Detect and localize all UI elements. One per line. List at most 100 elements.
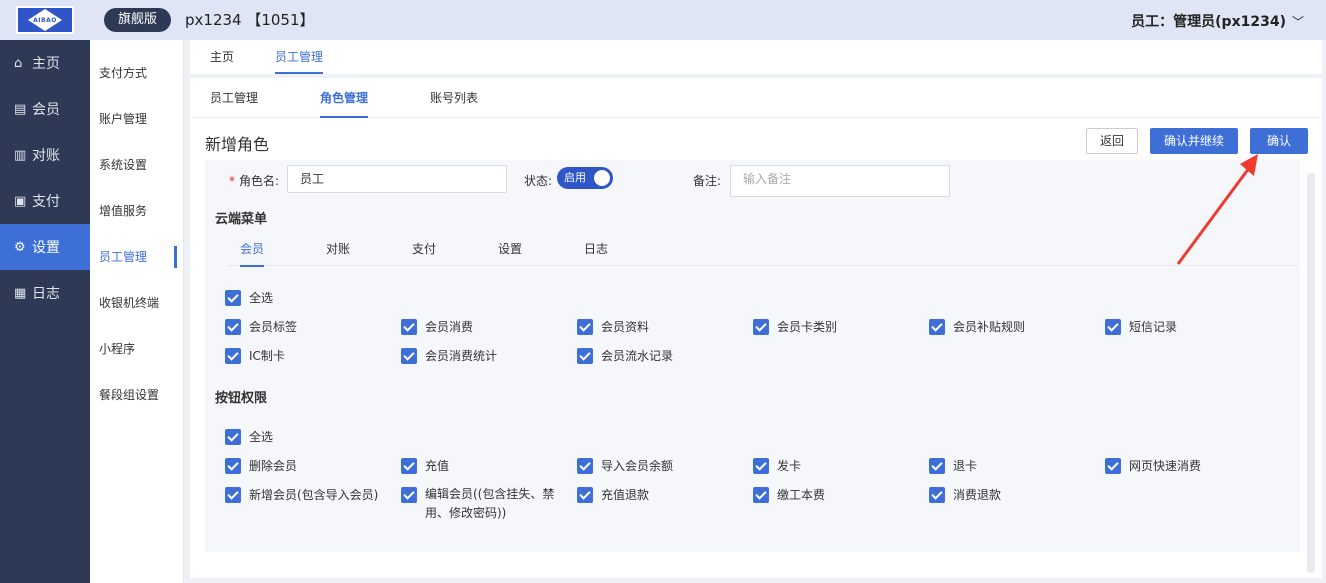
cloud-item-checkbox[interactable]: IC制卡	[225, 348, 285, 364]
settings-submenu: 支付方式 账户管理 系统设置 增值服务 员工管理 收银机终端 小程序 餐段组设置	[90, 40, 184, 583]
checkbox-checked-icon	[929, 458, 945, 474]
cloud-item-checkbox[interactable]: 会员标签	[225, 319, 297, 335]
checkbox-checked-icon	[929, 319, 945, 335]
cloud-menu-tabs: 会员 对账 支付 设置 日志	[227, 232, 1297, 267]
logo-text: AIBAO	[33, 16, 57, 24]
nav-item-pay[interactable]: ▣ 支付	[0, 178, 90, 224]
submenu-item-staff-mgmt[interactable]: 员工管理	[90, 234, 183, 280]
back-button[interactable]: 返回	[1086, 128, 1139, 154]
submenu-item-value-added[interactable]: 增值服务	[90, 188, 183, 234]
status-toggle[interactable]: 启用	[557, 167, 613, 189]
perm-item-checkbox[interactable]: 充值退款	[577, 487, 649, 503]
checkbox-checked-icon	[401, 348, 417, 364]
nav-item-log[interactable]: ▦ 日志	[0, 270, 90, 316]
log-icon: ▦	[14, 285, 27, 301]
vertical-scrollbar[interactable]	[1307, 173, 1315, 573]
checkbox-checked-icon	[1105, 319, 1121, 335]
perm-item-checkbox[interactable]: 退卡	[929, 458, 977, 474]
nav-label: 设置	[32, 240, 60, 256]
checkbox-label: 会员资料	[601, 320, 650, 334]
user-menu[interactable]: 员工：管理员(px1234) ﹀	[1131, 11, 1304, 31]
checkbox-label: 导入会员余额	[601, 459, 674, 473]
checkbox-label: 网页快速消费	[1129, 459, 1202, 473]
menu-tab-log[interactable]: 日志	[584, 232, 608, 266]
checkbox-label: 发卡	[777, 459, 802, 473]
checkbox-label: 全选	[249, 430, 274, 444]
perm-item-checkbox[interactable]: 发卡	[753, 458, 801, 474]
perm-item-checkbox[interactable]: 新增会员(包含导入会员)	[225, 487, 378, 503]
subtab-staff[interactable]: 员工管理	[210, 78, 258, 118]
nav-item-reconcile[interactable]: ▥ 对账	[0, 132, 90, 178]
checkbox-label: 编辑会员((包含挂失、禁用、修改密码))	[425, 487, 555, 520]
checkbox-checked-icon	[577, 487, 593, 503]
checkbox-checked-icon	[929, 487, 945, 503]
confirm-button[interactable]: 确认	[1250, 128, 1309, 154]
perm-select-all-checkbox[interactable]: 全选	[225, 429, 273, 445]
checkbox-label: 全选	[249, 291, 274, 305]
button-perms-title: 按钮权限	[215, 391, 268, 406]
confirm-continue-button[interactable]: 确认并继续	[1150, 128, 1239, 154]
nav-item-member[interactable]: ▤ 会员	[0, 86, 90, 132]
checkbox-checked-icon	[753, 319, 769, 335]
content-panel: 员工管理 角色管理 账号列表 新增角色 返回 确认并继续 确认 * 角色名: 员工…	[190, 78, 1322, 578]
role-name-label: * 角色名:	[229, 172, 279, 189]
checkbox-checked-icon	[401, 487, 417, 503]
menu-tab-settings[interactable]: 设置	[498, 232, 522, 266]
page-title: 新增角色	[205, 135, 270, 154]
nav-label: 会员	[32, 102, 60, 118]
checkbox-label: 短信记录	[1129, 320, 1178, 334]
submenu-item-system-settings[interactable]: 系统设置	[90, 142, 183, 188]
checkbox-checked-icon	[753, 487, 769, 503]
member-icon: ▤	[14, 101, 27, 117]
status-toggle-text: 启用	[564, 171, 586, 184]
perm-item-checkbox[interactable]: 充值	[401, 458, 449, 474]
tab-home[interactable]: 主页	[210, 40, 234, 74]
top-bar: AIBAO 旗舰版 px1234 【1051】 员工：管理员(px1234) ﹀	[0, 0, 1326, 40]
perm-item-checkbox[interactable]: 导入会员余额	[577, 458, 673, 474]
perm-item-checkbox[interactable]: 编辑会员((包含挂失、禁用、修改密码))	[401, 487, 573, 523]
subtab-role[interactable]: 角色管理	[308, 78, 380, 118]
checkbox-checked-icon	[225, 429, 241, 445]
toggle-knob	[594, 170, 610, 186]
cloud-select-all-checkbox[interactable]: 全选	[225, 290, 273, 306]
nav-label: 日志	[32, 286, 60, 302]
checkbox-checked-icon	[225, 348, 241, 364]
submenu-item-pos-terminal[interactable]: 收银机终端	[90, 280, 183, 326]
perm-item-checkbox[interactable]: 删除会员	[225, 458, 297, 474]
reconcile-icon: ▥	[14, 147, 27, 163]
tab-staff-mgmt[interactable]: 员工管理	[275, 40, 324, 74]
submenu-item-account-mgmt[interactable]: 账户管理	[90, 96, 183, 142]
cloud-item-checkbox[interactable]: 会员资料	[577, 319, 649, 335]
cloud-item-checkbox[interactable]: 会员消费统计	[401, 348, 497, 364]
submenu-item-meal-period[interactable]: 餐段组设置	[90, 372, 183, 418]
nav-item-settings[interactable]: ⚙ 设置	[0, 224, 90, 270]
perm-item-checkbox[interactable]: 消费退款	[929, 487, 1001, 503]
menu-tab-member[interactable]: 会员	[240, 232, 265, 267]
submenu-item-mini-program[interactable]: 小程序	[90, 326, 183, 372]
menu-tab-pay[interactable]: 支付	[412, 232, 436, 266]
perm-item-checkbox[interactable]: 缴工本费	[753, 487, 825, 503]
submenu-item-payment-methods[interactable]: 支付方式	[90, 50, 183, 96]
checkbox-checked-icon	[577, 458, 593, 474]
page-tabs: 主页 员工管理	[190, 40, 1322, 74]
subtab-accounts[interactable]: 账号列表	[430, 78, 478, 118]
perm-item-checkbox[interactable]: 网页快速消费	[1105, 458, 1201, 474]
role-form: * 角色名: 员工 状态: 启用 备注: 输入备注 云端菜单 会员 对账 支付 设…	[205, 160, 1300, 552]
cloud-item-checkbox[interactable]: 会员流水记录	[577, 348, 673, 364]
status-label: 状态:	[524, 174, 553, 188]
cloud-item-checkbox[interactable]: 会员补贴规则	[929, 319, 1025, 335]
checkbox-label: 退卡	[953, 459, 978, 473]
checkbox-label: 新增会员(包含导入会员)	[249, 488, 379, 502]
role-name-input[interactable]: 员工	[287, 165, 507, 193]
logo: AIBAO	[16, 6, 74, 34]
nav-label: 对账	[32, 148, 60, 164]
cloud-item-checkbox[interactable]: 会员卡类别	[753, 319, 837, 335]
cloud-item-checkbox[interactable]: 短信记录	[1105, 319, 1177, 335]
cloud-item-checkbox[interactable]: 会员消费	[401, 319, 473, 335]
nav-label: 支付	[32, 194, 60, 210]
checkbox-checked-icon	[753, 458, 769, 474]
pay-icon: ▣	[14, 193, 27, 209]
nav-item-home[interactable]: ⌂ 主页	[0, 40, 90, 86]
menu-tab-reconcile[interactable]: 对账	[326, 232, 350, 266]
remark-input[interactable]: 输入备注	[730, 165, 950, 197]
